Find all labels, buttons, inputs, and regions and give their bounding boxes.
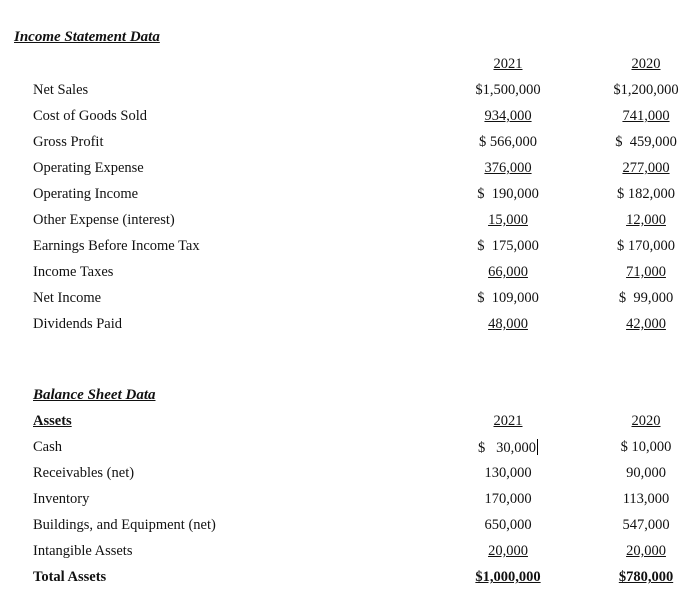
income-statement-title: Income Statement Data xyxy=(14,29,160,45)
row-label: Earnings Before Income Tax xyxy=(33,238,200,254)
row-label: Net Income xyxy=(33,290,102,306)
value-2021: 130,000 xyxy=(484,465,532,481)
value-2021: $ 190,000 xyxy=(477,186,539,202)
row-label: Receivables (net) xyxy=(33,465,135,481)
value-2021: $1,500,000 xyxy=(475,82,541,98)
value-text: $ 30,000 xyxy=(478,440,536,456)
value-2021[interactable]: $ 30,000 xyxy=(453,439,563,457)
value-2020: $780,000 xyxy=(618,569,674,585)
value-2021: 20,000 xyxy=(488,543,528,559)
value-2021: 170,000 xyxy=(484,491,532,507)
row-label: Dividends Paid xyxy=(33,316,123,332)
value-2021: 15,000 xyxy=(488,212,528,228)
income-row-net-income: Net Income $ 109,000 $ 99,000 xyxy=(0,290,688,316)
value-2020: 547,000 xyxy=(622,517,670,533)
row-label: Operating Expense xyxy=(33,160,144,176)
balance-row-intangible-assets: Intangible Assets 20,000 20,000 xyxy=(0,543,688,569)
value-2020: 42,000 xyxy=(626,316,666,332)
income-statement-year-header: 2021 2020 xyxy=(0,56,688,82)
value-2020: $1,200,000 xyxy=(613,82,679,98)
text-cursor xyxy=(537,439,538,455)
assets-subheading: Assets xyxy=(33,413,72,429)
value-2020: 20,000 xyxy=(626,543,666,559)
value-2020: $ 10,000 xyxy=(620,439,672,455)
value-2020: 71,000 xyxy=(626,264,666,280)
value-2020: $ 182,000 xyxy=(617,186,675,202)
balance-row-buildings-equipment: Buildings, and Equipment (net) 650,000 5… xyxy=(0,517,688,543)
row-label: Total Assets xyxy=(33,569,107,585)
year-2021-header: 2021 xyxy=(493,413,523,429)
value-2020: 90,000 xyxy=(626,465,666,481)
value-2020: $ 99,000 xyxy=(618,290,674,306)
balance-row-inventory: Inventory 170,000 113,000 xyxy=(0,491,688,517)
income-row-operating-income: Operating Income $ 190,000 $ 182,000 xyxy=(0,186,688,212)
year-2020-header: 2020 xyxy=(631,413,661,429)
income-row-gross-profit: Gross Profit $ 566,000 $ 459,000 xyxy=(0,134,688,160)
balance-row-cash: Cash $ 30,000 $ 10,000 xyxy=(0,439,688,465)
value-2020: 113,000 xyxy=(622,491,670,507)
row-label: Gross Profit xyxy=(33,134,104,150)
value-2020: 277,000 xyxy=(622,160,670,176)
row-label: Buildings, and Equipment (net) xyxy=(33,517,216,533)
income-row-dividends-paid: Dividends Paid 48,000 42,000 xyxy=(0,316,688,342)
value-2020: $ 459,000 xyxy=(615,134,677,150)
value-2021: 48,000 xyxy=(488,316,528,332)
row-label: Cost of Goods Sold xyxy=(33,108,148,124)
income-row-net-sales: Net Sales $1,500,000 $1,200,000 xyxy=(0,82,688,108)
value-2021: $ 109,000 xyxy=(477,290,539,306)
value-2021: 650,000 xyxy=(484,517,532,533)
value-2021: 934,000 xyxy=(484,108,532,124)
balance-sheet-title: Balance Sheet Data xyxy=(33,387,156,403)
balance-row-total-assets: Total Assets $1,000,000 $780,000 xyxy=(0,569,688,595)
row-label: Other Expense (interest) xyxy=(33,212,175,228)
row-label: Intangible Assets xyxy=(33,543,133,559)
row-label: Net Sales xyxy=(33,82,89,98)
row-label: Operating Income xyxy=(33,186,139,202)
value-2021: $1,000,000 xyxy=(475,569,541,585)
value-2021: $ 566,000 xyxy=(479,134,537,150)
row-label: Cash xyxy=(33,439,62,455)
balance-row-receivables: Receivables (net) 130,000 90,000 xyxy=(0,465,688,491)
year-2020-header: 2020 xyxy=(631,56,661,72)
row-label: Income Taxes xyxy=(33,264,114,280)
income-row-cogs: Cost of Goods Sold 934,000 741,000 xyxy=(0,108,688,134)
income-row-operating-expense: Operating Expense 376,000 277,000 xyxy=(0,160,688,186)
value-2020: 741,000 xyxy=(622,108,670,124)
year-2021-header: 2021 xyxy=(493,56,523,72)
balance-sheet-header: Assets 2021 2020 xyxy=(0,413,688,439)
income-row-other-expense: Other Expense (interest) 15,000 12,000 xyxy=(0,212,688,238)
value-2021: 66,000 xyxy=(488,264,528,280)
income-row-ebit: Earnings Before Income Tax $ 175,000 $ 1… xyxy=(0,238,688,264)
row-label: Inventory xyxy=(33,491,90,507)
value-2020: $ 170,000 xyxy=(617,238,675,254)
value-2021: 376,000 xyxy=(484,160,532,176)
value-2021: $ 175,000 xyxy=(477,238,539,254)
value-2020: 12,000 xyxy=(626,212,666,228)
income-row-income-taxes: Income Taxes 66,000 71,000 xyxy=(0,264,688,290)
